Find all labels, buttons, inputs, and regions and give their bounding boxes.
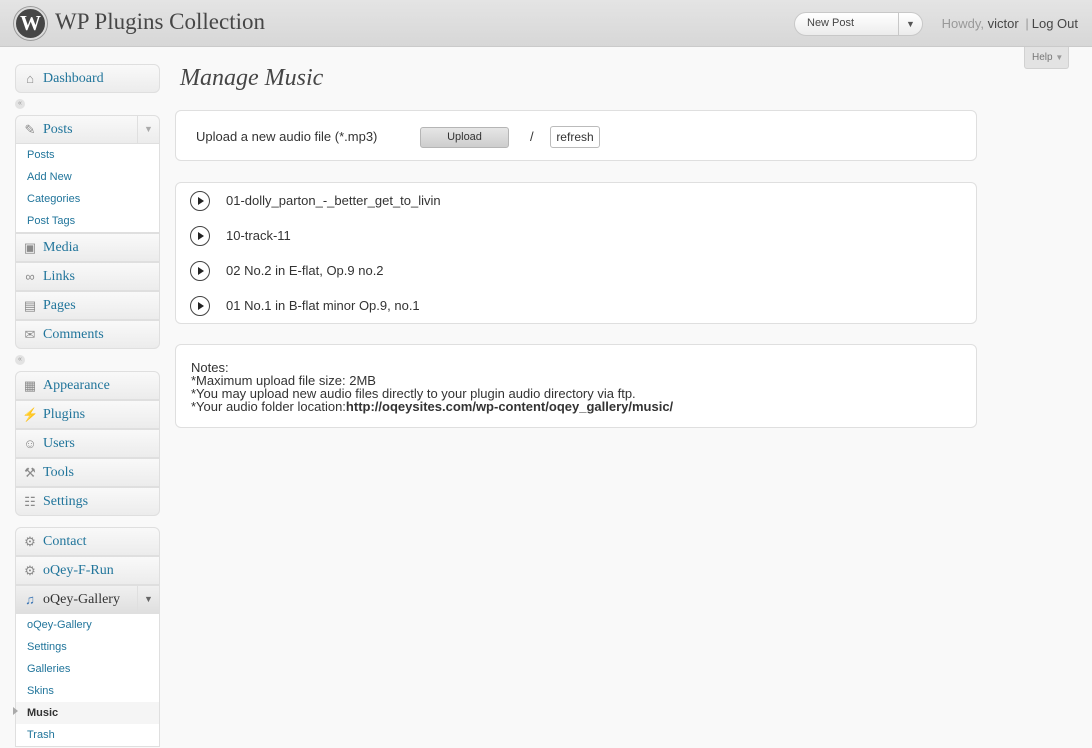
settings-icon: ☷ [24,494,36,509]
refresh-button[interactable]: refresh [550,126,600,148]
folder-location-label: *Your audio folder location: [191,399,346,414]
user-info: Howdy, victor | Log Out [942,16,1078,31]
media-icon: ▣ [23,240,37,255]
track-list: 01-dolly_parton_-_better_get_to_livin 10… [175,182,977,324]
submenu-item-music[interactable]: Music [16,702,159,724]
menu-dashboard[interactable]: ⌂ Dashboard [15,64,160,93]
folder-location-path: http://oqeysites.com/wp-content/oqey_gal… [345,399,674,414]
upload-label: Upload a new audio file (*.mp3) [196,129,378,144]
menu-comments[interactable]: ✉ Comments [15,320,160,349]
posts-submenu: Posts Add New Categories Post Tags [15,144,160,233]
menu-label: oQey-Gallery [43,592,120,607]
menu-separator[interactable]: « [15,355,160,365]
separator: | [1025,16,1029,31]
music-icon: ♫ [25,592,35,607]
gear-icon: ⚙ [24,534,36,549]
admin-header: W WP Plugins Collection New Post ▼ Howdy… [0,0,1092,47]
submenu-item-posts[interactable]: Posts [16,144,159,166]
howdy-label: Howdy, [941,16,985,31]
upload-button[interactable]: Upload [420,127,509,148]
chevron-down-icon[interactable]: ▼ [137,586,159,613]
menu-settings[interactable]: ☷ Settings [15,487,160,516]
menu-label: Plugins [43,407,86,422]
track-name: 01 No.1 in B-flat minor Op.9, no.1 [226,298,420,313]
pages-icon: ▤ [23,298,37,313]
submenu-item-settings[interactable]: Settings [16,636,159,658]
submenu-item-post-tags[interactable]: Post Tags [16,210,159,232]
page-title: Manage Music [180,65,324,91]
menu-label: Links [43,269,75,284]
tools-icon: ⚒ [24,465,36,480]
pin-icon: ✎ [24,122,36,137]
menu-label: Contact [43,534,87,549]
menu-links[interactable]: ∞ Links [15,262,160,291]
help-label: Help [1032,52,1053,63]
menu-separator[interactable]: « [15,99,160,109]
notes-panel: Notes: *Maximum upload file size: 2MB *Y… [175,344,977,428]
chevron-down-icon: ▼ [1055,53,1064,62]
submenu-item-trash[interactable]: Trash [16,724,159,746]
username-link[interactable]: victor [988,16,1019,31]
submenu-item-categories[interactable]: Categories [16,188,159,210]
menu-label: Pages [43,298,76,313]
menu-label: Appearance [43,378,110,393]
new-post-link[interactable]: New Post [807,17,854,29]
play-icon[interactable] [190,296,210,316]
separator: / [530,129,534,144]
notes-text: Notes: *Maximum upload file size: 2MB *Y… [191,361,673,413]
oqey-gallery-submenu: oQey-Gallery Settings Galleries Skins Mu… [15,614,160,747]
menu-tools[interactable]: ⚒ Tools [15,458,160,487]
menu-label: Settings [43,494,89,509]
menu-label: Users [43,436,75,451]
menu-contact[interactable]: ⚙ Contact [15,527,160,556]
menu-oqey-gallery[interactable]: ♫ oQey-Gallery ▼ [15,585,160,614]
menu-posts[interactable]: ✎ Posts ▼ [15,115,160,144]
menu-oqey-f-run[interactable]: ⚙ oQey-F-Run [15,556,160,585]
menu-label: Media [43,240,79,255]
menu-plugins[interactable]: ⚡ Plugins [15,400,160,429]
gear-icon: ⚙ [24,563,36,578]
submenu-item-skins[interactable]: Skins [16,680,159,702]
favorite-actions-dropdown[interactable]: New Post ▼ [794,12,923,36]
current-item-arrow-icon [13,707,18,715]
notes-line: *Your audio folder location:http://oqeys… [191,400,673,413]
submenu-item-galleries[interactable]: Galleries [16,658,159,680]
logout-link[interactable]: Log Out [1032,16,1078,31]
menu-label: Comments [43,327,104,342]
link-icon: ∞ [25,269,35,284]
help-tab[interactable]: Help ▼ [1024,47,1069,69]
comments-icon: ✉ [24,327,36,342]
users-icon: ☺ [23,436,37,451]
play-icon[interactable] [190,191,210,211]
home-icon: ⌂ [26,71,34,86]
menu-pages[interactable]: ▤ Pages [15,291,160,320]
track-name: 02 No.2 in E-flat, Op.9 no.2 [226,263,384,278]
menu-label: Tools [43,465,74,480]
appearance-icon: ▦ [23,378,37,393]
menu-label: Posts [43,122,73,137]
menu-users[interactable]: ☺ Users [15,429,160,458]
play-icon[interactable] [190,226,210,246]
track-name: 10-track-11 [226,228,291,243]
collapse-icon[interactable]: « [15,355,25,365]
submenu-item-oqey-gallery[interactable]: oQey-Gallery [16,614,159,636]
plugin-icon: ⚡ [22,407,39,422]
site-title[interactable]: WP Plugins Collection [55,9,265,35]
play-icon[interactable] [190,261,210,281]
chevron-down-icon[interactable]: ▼ [898,13,922,35]
menu-appearance[interactable]: ▦ Appearance [15,371,160,400]
upload-panel: Upload a new audio file (*.mp3) Upload /… [175,110,977,161]
collapse-icon[interactable]: « [15,99,25,109]
menu-media[interactable]: ▣ Media [15,233,160,262]
menu-label: oQey-F-Run [43,563,114,578]
wordpress-logo-icon[interactable]: W [14,7,47,40]
chevron-down-icon[interactable]: ▼ [137,116,159,143]
track-name: 01-dolly_parton_-_better_get_to_livin [226,193,441,208]
submenu-item-add-new[interactable]: Add New [16,166,159,188]
menu-label: Dashboard [43,71,104,86]
